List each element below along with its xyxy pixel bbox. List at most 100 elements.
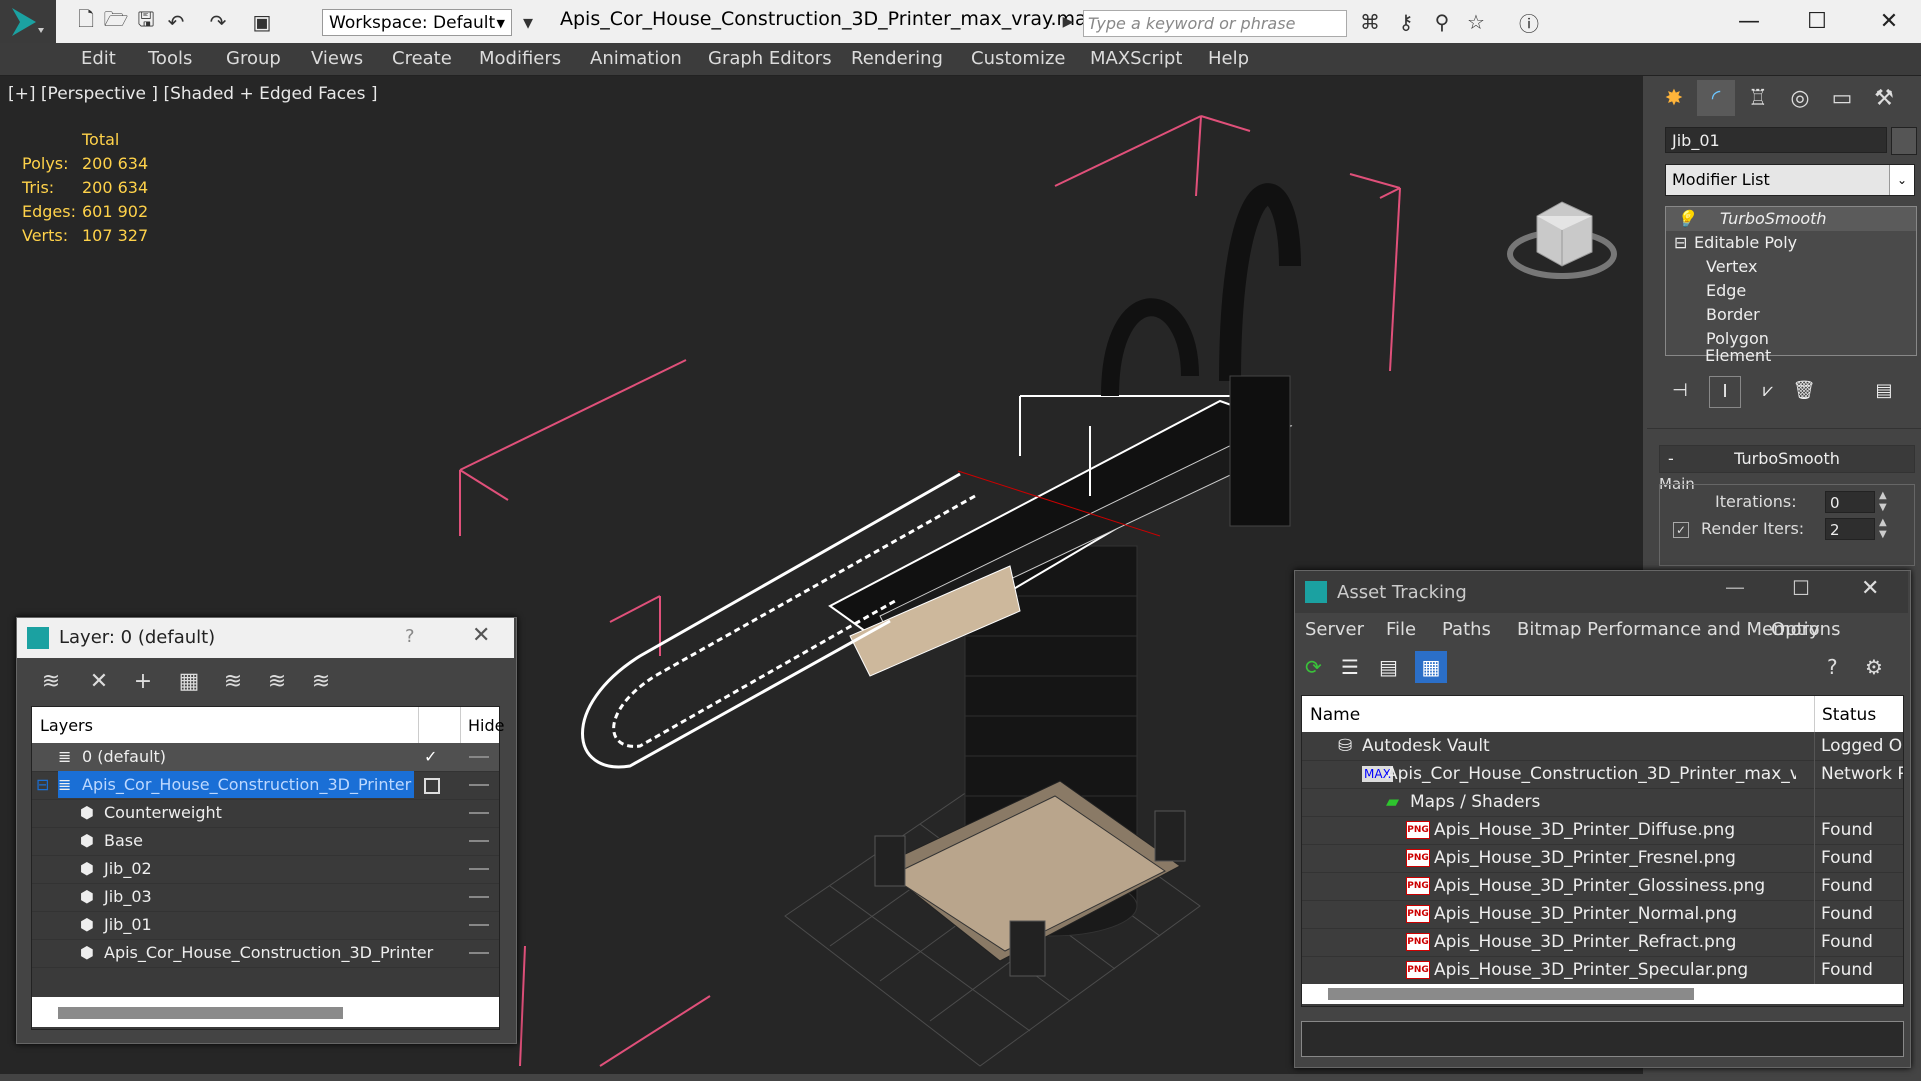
asset-row-png[interactable]: PNG Apis_House_3D_Printer_Specular.png F…	[1302, 956, 1903, 985]
menu-graph-editors[interactable]: Graph Editors	[708, 48, 832, 69]
key-icon[interactable]: ⚷	[1392, 8, 1420, 36]
highlight-layer-icon[interactable]: ≋	[217, 666, 249, 698]
layer-dialog-titlebar[interactable]: Layer: 0 (default) ? ✕	[17, 618, 514, 658]
layer-row-object[interactable]: ⬢ Jib_03	[32, 883, 499, 912]
col-layers[interactable]: Layers	[40, 716, 93, 735]
create-tab-icon[interactable]: ✸	[1655, 80, 1693, 116]
create-layer-icon[interactable]: ≋	[35, 666, 67, 698]
asset-row-vault[interactable]: ⛁ Autodesk Vault Logged Out	[1302, 732, 1903, 761]
delete-layer-icon[interactable]: ✕	[83, 666, 115, 698]
active-layer-check-icon[interactable]: ✓	[424, 743, 437, 771]
make-unique-icon[interactable]: ⩗	[1753, 376, 1783, 406]
signin-icon[interactable]: ⚲	[1428, 8, 1456, 36]
freeze-all-icon[interactable]: ≋	[305, 666, 337, 698]
close-icon[interactable]: ✕	[472, 623, 490, 648]
binoculars-icon[interactable]: ⌘	[1356, 8, 1384, 36]
stack-item-edge[interactable]: Edge	[1666, 279, 1916, 303]
turbosmooth-rollout-header[interactable]: - TurboSmooth	[1659, 445, 1915, 473]
remove-modifier-icon[interactable]: 🗑	[1789, 376, 1819, 406]
menu-rendering[interactable]: Rendering	[851, 48, 943, 69]
collapse-minus-icon[interactable]: ⊟	[1674, 231, 1687, 255]
asset-menu-paths[interactable]: Paths	[1442, 619, 1491, 640]
detail-view-icon[interactable]: ▤	[1379, 655, 1398, 679]
menu-maxscript[interactable]: MAXScript	[1090, 48, 1182, 69]
maximize-button[interactable]: ☐	[1791, 6, 1843, 38]
menu-tools[interactable]: Tools	[148, 48, 192, 69]
horizontal-scrollbar[interactable]	[1302, 984, 1903, 1004]
object-name-field[interactable]: Jib_01	[1665, 127, 1887, 153]
layer-row-default[interactable]: ≣ 0 (default) ✓	[32, 743, 499, 772]
hierarchy-tab-icon[interactable]: ♖	[1739, 80, 1777, 116]
overflow-dropdown-icon[interactable]: ▾	[514, 8, 542, 36]
stack-item-polygon[interactable]: Polygon	[1666, 327, 1916, 351]
set-current-checkbox[interactable]	[424, 778, 440, 794]
scrollbar-thumb[interactable]	[58, 1007, 343, 1019]
modify-tab-icon[interactable]: ◜	[1697, 80, 1735, 116]
col-hide[interactable]: Hide	[468, 716, 504, 735]
col-status[interactable]: Status	[1822, 705, 1876, 725]
open-file-icon[interactable]: 🗁	[102, 7, 130, 36]
asset-menu-server[interactable]: Server	[1305, 619, 1364, 640]
layer-row-object[interactable]: ⬢ Jib_02	[32, 855, 499, 884]
asset-menu-file[interactable]: File	[1386, 619, 1416, 640]
asset-row-maps-shaders[interactable]: ▰ Maps / Shaders	[1302, 788, 1903, 817]
stack-item-turbosmooth[interactable]: 💡 TurboSmooth	[1666, 207, 1916, 231]
app-menu-button[interactable]	[0, 0, 56, 43]
display-tab-icon[interactable]: ▭	[1823, 80, 1861, 116]
workspace-dropdown[interactable]: Workspace: Default ▼	[322, 9, 512, 36]
pin-stack-icon[interactable]: ⊣	[1665, 376, 1695, 406]
minimize-button[interactable]: —	[1723, 6, 1775, 38]
menu-edit[interactable]: Edit	[81, 48, 116, 69]
list-view-icon[interactable]: ☰	[1341, 655, 1359, 679]
collapse-minus-icon[interactable]: ⊟	[36, 771, 49, 799]
menu-animation[interactable]: Animation	[590, 48, 682, 69]
iterations-spinner[interactable]: 0	[1825, 491, 1875, 513]
save-icon[interactable]: 🖫	[132, 7, 160, 36]
redo-icon[interactable]: ↷	[204, 8, 232, 36]
search-input[interactable]: Type a keyword or phrase	[1083, 10, 1347, 37]
render-iters-spinner[interactable]: 2	[1825, 518, 1875, 540]
select-objects-icon[interactable]: ▦	[173, 666, 205, 698]
layer-row-object[interactable]: ⬢ Counterweight	[32, 799, 499, 828]
asset-row-png[interactable]: PNG Apis_House_3D_Printer_Glossiness.png…	[1302, 872, 1903, 901]
layer-row-object[interactable]: ⬢ Base	[32, 827, 499, 856]
new-file-icon[interactable]: 🗋	[72, 7, 100, 36]
menu-views[interactable]: Views	[311, 48, 363, 69]
horizontal-scrollbar[interactable]	[32, 997, 499, 1027]
vault-settings-icon[interactable]: ⚙	[1865, 655, 1883, 679]
menu-modifiers[interactable]: Modifiers	[479, 48, 561, 69]
scrollbar-thumb[interactable]	[1328, 988, 1694, 1000]
layer-row-object[interactable]: ⬢ Jib_01	[32, 911, 499, 940]
table-view-icon[interactable]: ▦	[1415, 651, 1447, 683]
play-arrow-icon[interactable]: ▶	[1058, 8, 1078, 36]
layer-row-printer[interactable]: ⊟ ≣ Apis_Cor_House_Construction_3D_Print…	[32, 771, 499, 800]
add-to-layer-icon[interactable]: +	[127, 666, 159, 698]
col-name[interactable]: Name	[1310, 705, 1360, 725]
layer-row-object[interactable]: ⬢ Apis_Cor_House_Construction_3D_Printer	[32, 939, 499, 968]
lightbulb-icon[interactable]: 💡	[1676, 207, 1696, 231]
stack-item-vertex[interactable]: Vertex	[1666, 255, 1916, 279]
object-color-swatch[interactable]	[1891, 127, 1917, 155]
help-button[interactable]: ?	[405, 626, 415, 647]
asset-row-png[interactable]: PNG Apis_House_3D_Printer_Fresnel.png Fo…	[1302, 844, 1903, 873]
modifier-list-dropdown[interactable]: Modifier List ⌄	[1665, 164, 1915, 196]
project-folder-icon[interactable]: ▣	[248, 8, 276, 36]
minimize-button[interactable]: —	[1725, 575, 1745, 599]
help-icon[interactable]: ⓘ	[1515, 8, 1543, 36]
favorite-star-icon[interactable]: ☆	[1462, 8, 1490, 36]
maximize-button[interactable]: ☐	[1792, 576, 1810, 600]
utilities-tab-icon[interactable]: ⚒	[1865, 80, 1903, 116]
asset-row-png[interactable]: PNG Apis_House_3D_Printer_Diffuse.png Fo…	[1302, 816, 1903, 845]
menu-help[interactable]: Help	[1208, 48, 1249, 69]
asset-row-png[interactable]: PNG Apis_House_3D_Printer_Refract.png Fo…	[1302, 928, 1903, 957]
asset-dialog-titlebar[interactable]: Asset Tracking — ☐ ✕	[1295, 571, 1908, 613]
undo-icon[interactable]: ↶	[162, 8, 190, 36]
viewport-label[interactable]: [+] [Perspective ] [Shaded + Edged Faces…	[8, 84, 377, 104]
menu-customize[interactable]: Customize	[971, 48, 1065, 69]
menu-create[interactable]: Create	[392, 48, 452, 69]
asset-row-max-file[interactable]: MAX Apis_Cor_House_Construction_3D_Print…	[1302, 760, 1903, 789]
asset-path-field[interactable]	[1301, 1021, 1904, 1057]
menu-group[interactable]: Group	[226, 48, 281, 69]
hide-all-icon[interactable]: ≋	[261, 666, 293, 698]
asset-menu-options[interactable]: Options	[1771, 619, 1840, 640]
